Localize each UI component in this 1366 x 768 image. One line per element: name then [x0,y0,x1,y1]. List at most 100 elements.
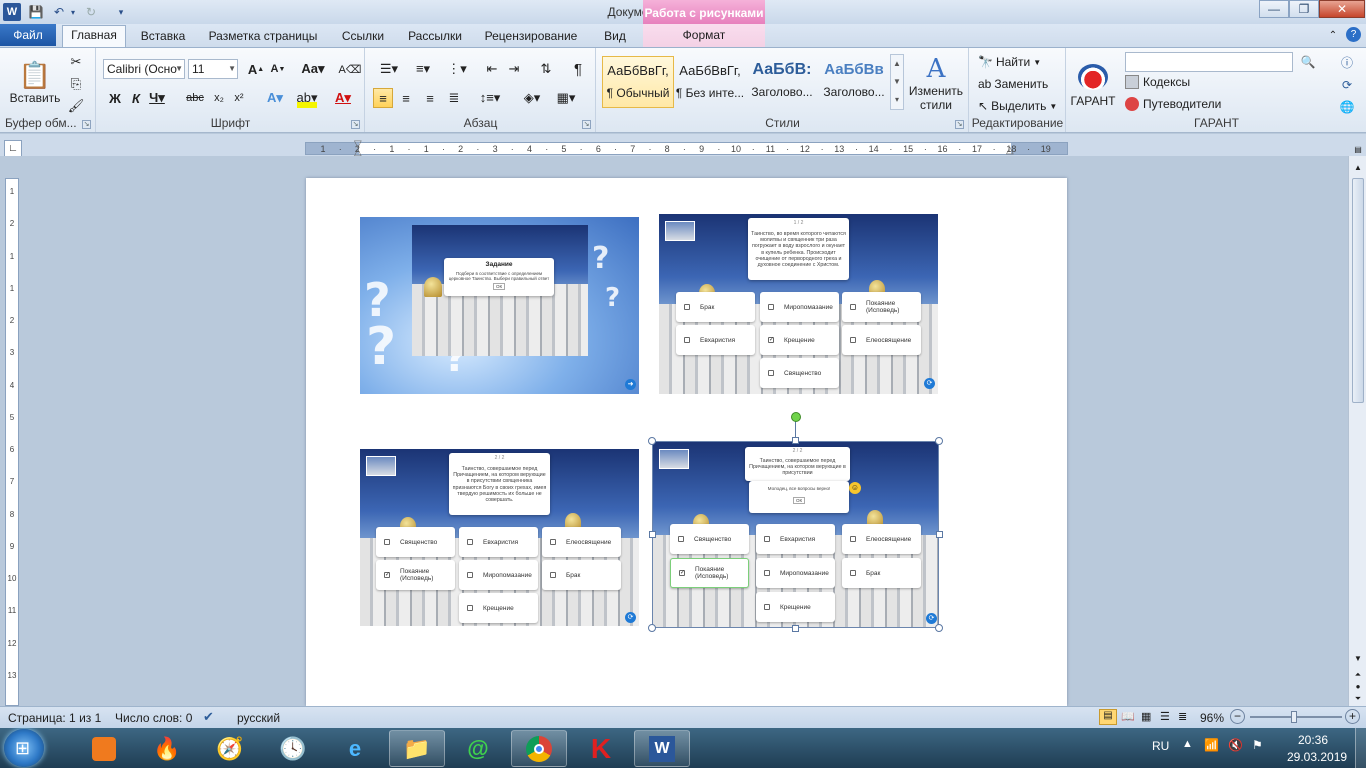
show-marks-icon[interactable]: ¶ [568,59,588,79]
close-button[interactable]: ✕ [1319,0,1365,18]
language[interactable]: русский [237,711,280,725]
answer-option[interactable]: Брак [676,292,755,322]
increase-indent-icon[interactable]: ⇥ [504,59,524,79]
resize-handle[interactable] [936,531,943,538]
dialog-launcher-icon[interactable]: ↘ [82,120,91,129]
answer-option[interactable]: Священство [760,358,839,388]
page-count[interactable]: Страница: 1 из 1 [8,711,101,725]
style-normal[interactable]: АаБбВвГг, ¶ Обычный [602,56,674,108]
tab-review[interactable]: Рецензирование [478,27,584,47]
answer-option[interactable]: Елеосвящение [542,527,621,557]
slide-result-selected[interactable]: 2 / 2 Таинство, совершаемое перед Причащ… [652,441,939,628]
scroll-down-icon[interactable]: ▼ [1352,654,1364,663]
answer-option[interactable]: Елеосвящение [842,325,921,355]
strikethrough-button[interactable]: abc [185,88,205,108]
subscript-button[interactable]: x₂ [209,88,229,108]
resize-handle[interactable] [792,437,799,444]
line-spacing-icon[interactable]: ↕≡▾ [476,88,504,108]
tab-file[interactable]: Файл [0,24,56,46]
bold-button[interactable]: Ж [105,88,125,108]
word-icon[interactable]: W [3,3,21,21]
globe-icon[interactable]: 🌐 [1337,97,1357,117]
next-arrow-icon[interactable]: ➜ [625,379,636,390]
style-heading-1[interactable]: АаБбВ: Заголово... [746,56,818,108]
answer-option[interactable]: Крещение [459,593,538,623]
app-icon[interactable]: 🧭 [202,730,258,767]
volume-icon[interactable]: 🔇 [1228,738,1243,752]
slide-image-task[interactable]: ? ? ? ? ? Задание Подбери в соответствие… [360,217,639,394]
borders-icon[interactable]: ▦▾ [552,88,580,108]
answer-option[interactable]: ✓ Крещение [760,325,839,355]
answer-option[interactable]: Елеосвящение [842,524,921,554]
tab-view[interactable]: Вид [596,27,634,47]
change-case-icon[interactable]: Aa▾ [300,59,326,79]
zoom-out-icon[interactable]: − [1230,709,1245,724]
word-taskbar-icon[interactable]: W [634,730,690,767]
input-language[interactable]: RU [1152,739,1169,753]
styles-gallery-scroll[interactable]: ▲ ▼ ▾ [890,54,904,110]
answer-option[interactable]: Брак [842,558,921,588]
browse-object-icon[interactable]: ● [1352,682,1364,691]
tab-page-layout[interactable]: Разметка страницы [203,27,323,47]
answer-option[interactable]: Евхаристия [459,527,538,557]
outlook-icon[interactable]: 🕓 [265,730,321,767]
numbering-icon[interactable]: ≡▾ [408,59,438,79]
help-icon[interactable]: ? [1346,27,1361,42]
dialog-launcher-icon[interactable]: ↘ [582,120,591,129]
proofing-icon[interactable]: ✔ [203,709,214,725]
restore-button[interactable]: ❐ [1289,0,1319,18]
tab-references[interactable]: Ссылки [334,27,392,47]
tab-format[interactable]: Формат [643,24,765,47]
zoom-slider-thumb[interactable] [1291,711,1297,723]
minimize-button[interactable]: — [1259,0,1289,18]
font-color-icon[interactable]: A▾ [333,88,353,108]
multilevel-list-icon[interactable]: ⋮▾ [442,59,472,79]
answer-option[interactable]: ✓ Покаяние (Исповедь) [376,560,455,590]
redo-icon[interactable]: ↻ [82,3,100,21]
clock-date[interactable]: 29.03.2019 [1287,750,1347,764]
show-desktop-button[interactable] [1355,728,1366,768]
save-icon[interactable]: 💾 [27,3,45,21]
style-no-spacing[interactable]: АаБбВвГг, ¶ Без инте... [674,56,746,108]
resize-handle[interactable] [648,437,656,445]
italic-button[interactable]: К [126,88,146,108]
answer-option[interactable]: Евхаристия [756,524,835,554]
dialog-launcher-icon[interactable]: ↘ [955,120,964,129]
answer-option-correct[interactable]: ✓ Покаяние (Исповедь) [670,558,749,588]
customize-quick-access-icon[interactable]: ▾ [112,3,130,21]
align-right-button[interactable]: ≡ [420,88,440,108]
web-layout-icon[interactable]: ▦ [1141,710,1151,723]
resize-handle[interactable] [792,625,799,632]
rotate-handle[interactable] [791,412,801,422]
next-page-icon[interactable]: ⏷ [1352,694,1364,704]
undo-dropdown-icon[interactable]: ▾ [68,3,78,21]
answer-option[interactable]: Миропомазание [756,558,835,588]
scroll-up-icon[interactable]: ▲ [1352,163,1364,172]
ruler-toggle-icon[interactable]: ▤ [1352,145,1364,157]
cut-icon[interactable]: ✂ [66,52,86,72]
answer-option[interactable]: Брак [542,560,621,590]
refresh-icon[interactable]: ⟳ [625,612,636,623]
explorer-icon[interactable]: 📁 [389,730,445,767]
decrease-indent-icon[interactable]: ⇤ [482,59,502,79]
search-icon[interactable]: 🔍 [1299,53,1317,71]
resize-handle[interactable] [935,437,943,445]
undo-icon[interactable]: ↶ [50,3,68,21]
change-styles-button[interactable]: A Изменить стили [907,52,965,114]
font-size-combo[interactable]: 11 ▼ [188,59,238,79]
dialog-launcher-icon[interactable]: ↘ [351,120,360,129]
yandex-browser-icon[interactable]: 🔥 [139,730,195,767]
resize-handle[interactable] [935,624,943,632]
garant-button[interactable]: ГАРАНТ [1069,56,1117,116]
replace-button[interactable]: ab Заменить [978,75,1048,93]
answer-option[interactable]: Священство [376,527,455,557]
answer-option[interactable]: Священство [670,524,749,554]
grow-font-icon[interactable]: A ▲ [246,59,266,79]
start-button[interactable]: ⊞ [4,729,44,767]
style-heading-2[interactable]: АаБбВв Заголово... [818,56,890,108]
format-painter-icon[interactable]: 🖌 [66,96,86,116]
text-effects-icon[interactable]: A▾ [265,88,285,108]
garant-search-input[interactable] [1125,52,1293,72]
highlight-icon[interactable]: ab▾ [297,88,318,108]
justify-button[interactable]: ≣ [444,88,464,108]
